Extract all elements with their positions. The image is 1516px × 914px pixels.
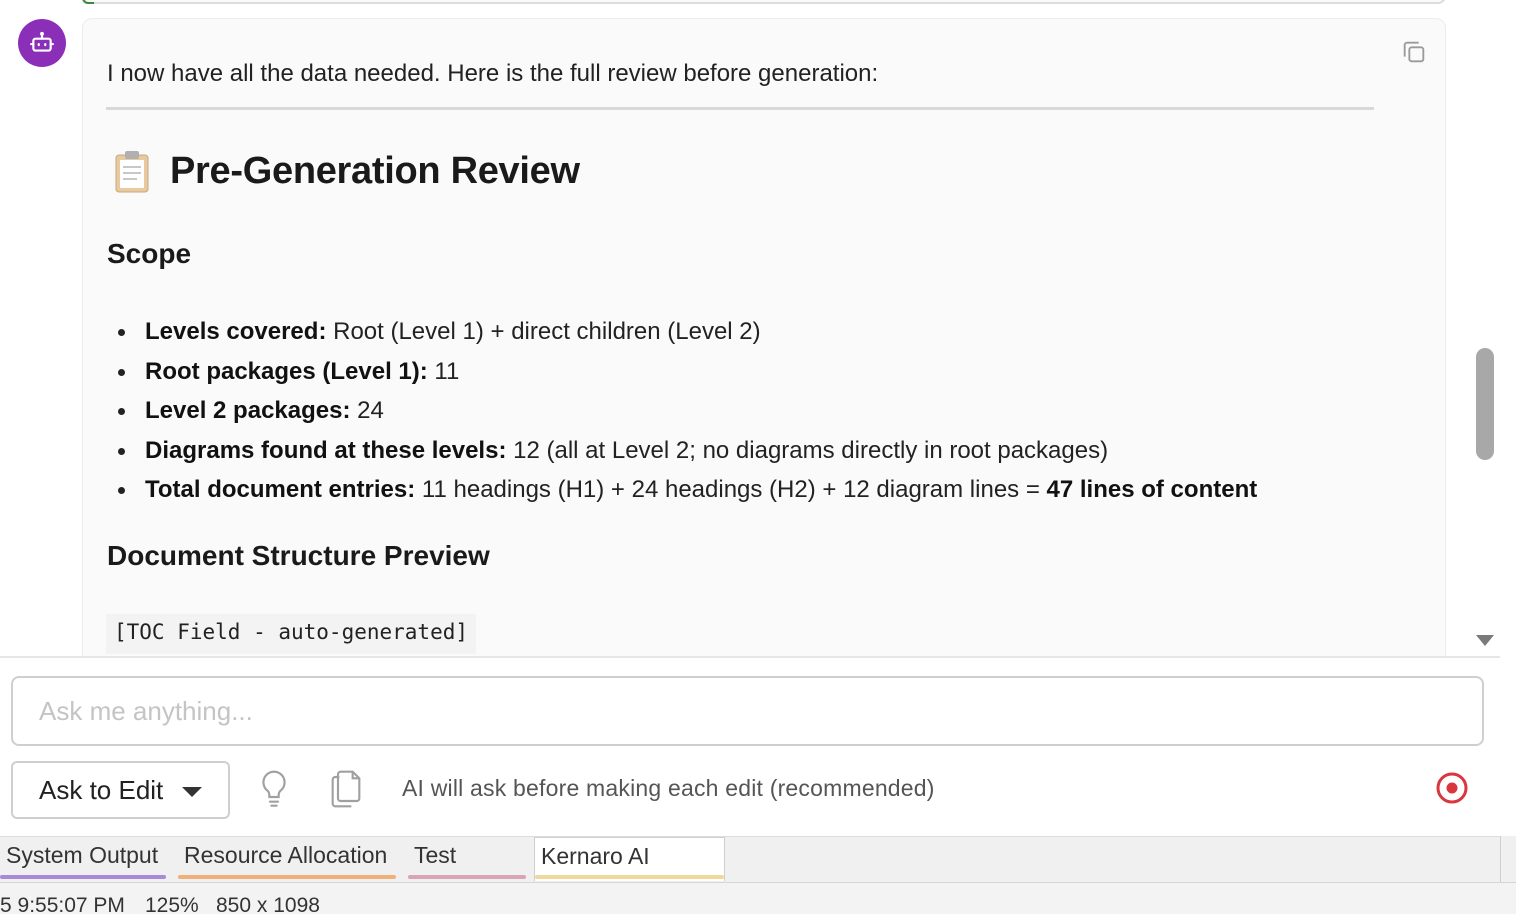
tab-underline [178, 875, 396, 879]
copy-message-button[interactable] [1398, 36, 1430, 68]
paste-icon[interactable] [328, 769, 364, 809]
edit-mode-hint: AI will ask before making each edit (rec… [402, 775, 935, 801]
edit-mode-dropdown[interactable]: Ask to Edit [11, 761, 230, 819]
chat-area: I now have all the data needed. Here is … [0, 0, 1500, 656]
tab-label: System Output [6, 842, 159, 868]
copy-icon [1403, 41, 1425, 63]
clipboard-icon [115, 151, 149, 193]
status-zoom: 125% [145, 894, 199, 914]
scope-heading: Scope [107, 238, 192, 269]
status-time: 5 9:55:07 PM [0, 894, 125, 914]
list-item: Root packages (Level 1): 11 [118, 352, 1257, 392]
edit-mode-label: Ask to Edit [39, 774, 164, 805]
code-block-line: [TOC Field - auto-generated] [106, 614, 477, 654]
tab-underline [535, 875, 724, 879]
tab-label: Resource Allocation [184, 842, 388, 868]
item-text: 12 (all at Level 2; no diagrams directly… [506, 436, 1109, 464]
assistant-avatar [18, 19, 66, 67]
item-text: Root (Level 1) + direct children (Level … [326, 318, 761, 345]
triangle-down-icon [1476, 635, 1494, 646]
item-label: Diagrams found at these levels: [145, 436, 507, 464]
item-text: 11 headings (H1) + 24 headings (H2) + 12… [415, 476, 1047, 503]
lightbulb-icon[interactable] [258, 769, 290, 809]
scope-list: Levels covered: Root (Level 1) + direct … [118, 312, 1257, 510]
tab-test-cases[interactable]: Test Cases [408, 837, 526, 904]
list-item: Total document entries: 11 headings (H1)… [118, 470, 1257, 510]
item-label: Level 2 packages: [145, 397, 351, 424]
message-intro: I now have all the data needed. Here is … [107, 60, 879, 87]
chat-scrollbar-track[interactable] [1500, 0, 1516, 656]
list-item: Level 2 packages: 24 [118, 391, 1257, 431]
robot-icon [30, 31, 54, 52]
status-bar: 5 9:55:07 PM 125% 850 x 1098 [0, 882, 1516, 914]
ask-input[interactable] [11, 676, 1484, 746]
item-strong-tail: 47 lines of content [1046, 476, 1258, 503]
item-text: 24 [350, 397, 384, 424]
tab-kernaro-ai[interactable]: Kernaro AI (Beta) [534, 837, 725, 905]
tab-underline [408, 875, 526, 879]
item-label: Root packages (Level 1): [145, 357, 428, 385]
panel-tabs: System Output Resource Allocation Test C… [0, 836, 1516, 905]
tabs-bar-end [1500, 836, 1516, 882]
item-label: Levels covered: [145, 318, 327, 345]
structure-heading: Document Structure Preview [107, 540, 490, 571]
composer: Ask to Edit AI will ask before making ea… [0, 656, 1500, 836]
review-title: Pre-Generation Review [170, 150, 580, 192]
chevron-down-icon [182, 787, 202, 797]
chat-scrollbar-thumb[interactable] [1476, 348, 1494, 460]
item-text: 11 [427, 357, 460, 385]
stop-generation-button[interactable] [1434, 770, 1470, 806]
previous-message-card [82, 0, 1446, 4]
tab-resource-allocation[interactable]: Resource Allocation [178, 837, 396, 881]
tab-underline [0, 875, 166, 879]
tab-system-output[interactable]: System Output [0, 837, 166, 881]
status-page-size: 850 x 1098 [216, 894, 320, 914]
horizontal-rule [106, 107, 1374, 110]
list-item: Diagrams found at these levels: 12 (all … [118, 431, 1257, 471]
scroll-down-button[interactable] [1474, 632, 1496, 648]
list-item: Levels covered: Root (Level 1) + direct … [118, 312, 1257, 352]
item-label: Total document entries: [145, 476, 416, 503]
